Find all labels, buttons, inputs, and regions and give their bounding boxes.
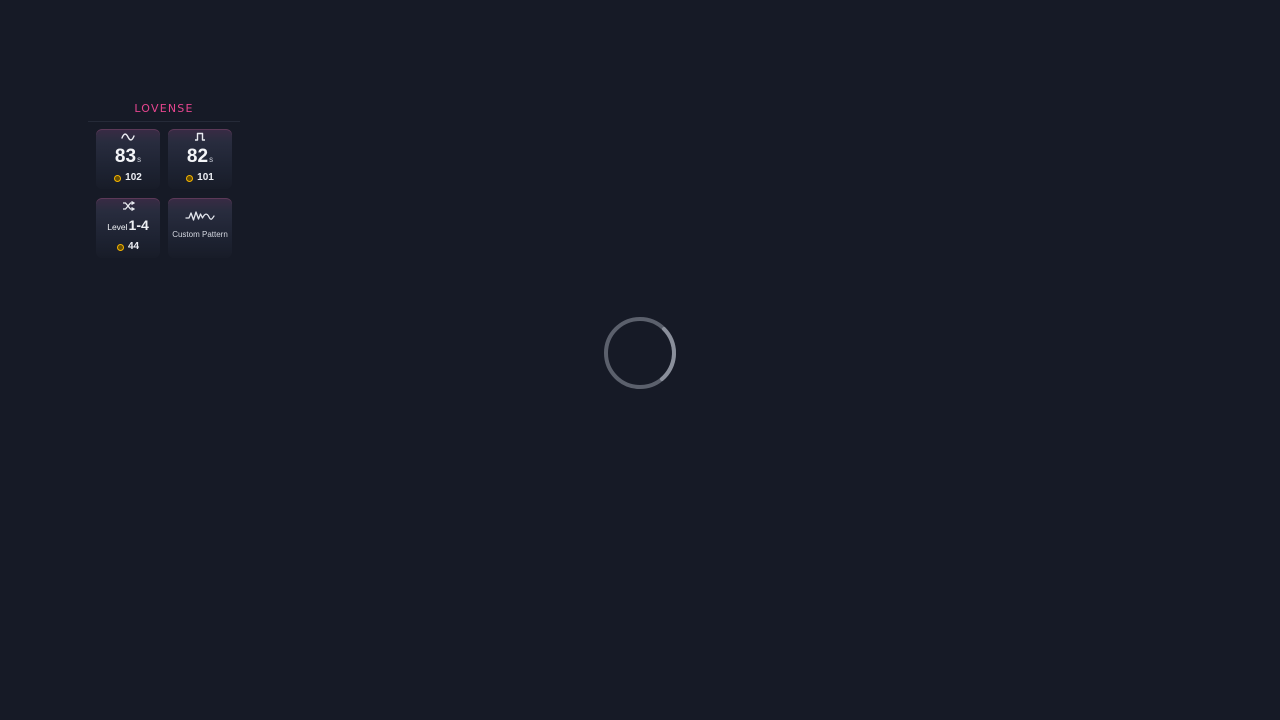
lovense-control-panel: LOVENSE 83s 102 82s 101 Level 1-4 44 Cus… <box>88 100 240 262</box>
coin-icon <box>114 174 122 182</box>
wave-pattern-tile[interactable]: 83s 102 <box>96 129 160 189</box>
pattern-grid: 83s 102 82s 101 Level 1-4 44 Custom Patt… <box>88 122 240 262</box>
random-icon <box>122 201 135 211</box>
duration-value: 82s <box>186 146 214 167</box>
coin-icon <box>116 243 124 251</box>
pulse-pattern-tile[interactable]: 82s 101 <box>168 129 232 189</box>
loading-spinner <box>604 317 676 389</box>
token-price: 44 <box>96 241 160 253</box>
token-price: 101 <box>168 172 232 184</box>
duration-value: 83s <box>114 146 142 167</box>
level-range: Level 1-4 <box>107 217 149 233</box>
coin-icon <box>186 174 194 182</box>
token-price: 102 <box>96 172 160 184</box>
pulse-icon <box>195 132 205 141</box>
custom-pattern-label: Custom Pattern <box>172 230 228 239</box>
custom-pattern-icon <box>185 211 215 221</box>
custom-pattern-tile[interactable]: Custom Pattern <box>168 198 232 258</box>
wave-icon <box>121 133 135 141</box>
brand-logo: LOVENSE <box>88 100 240 122</box>
random-level-tile[interactable]: Level 1-4 44 <box>96 198 160 258</box>
